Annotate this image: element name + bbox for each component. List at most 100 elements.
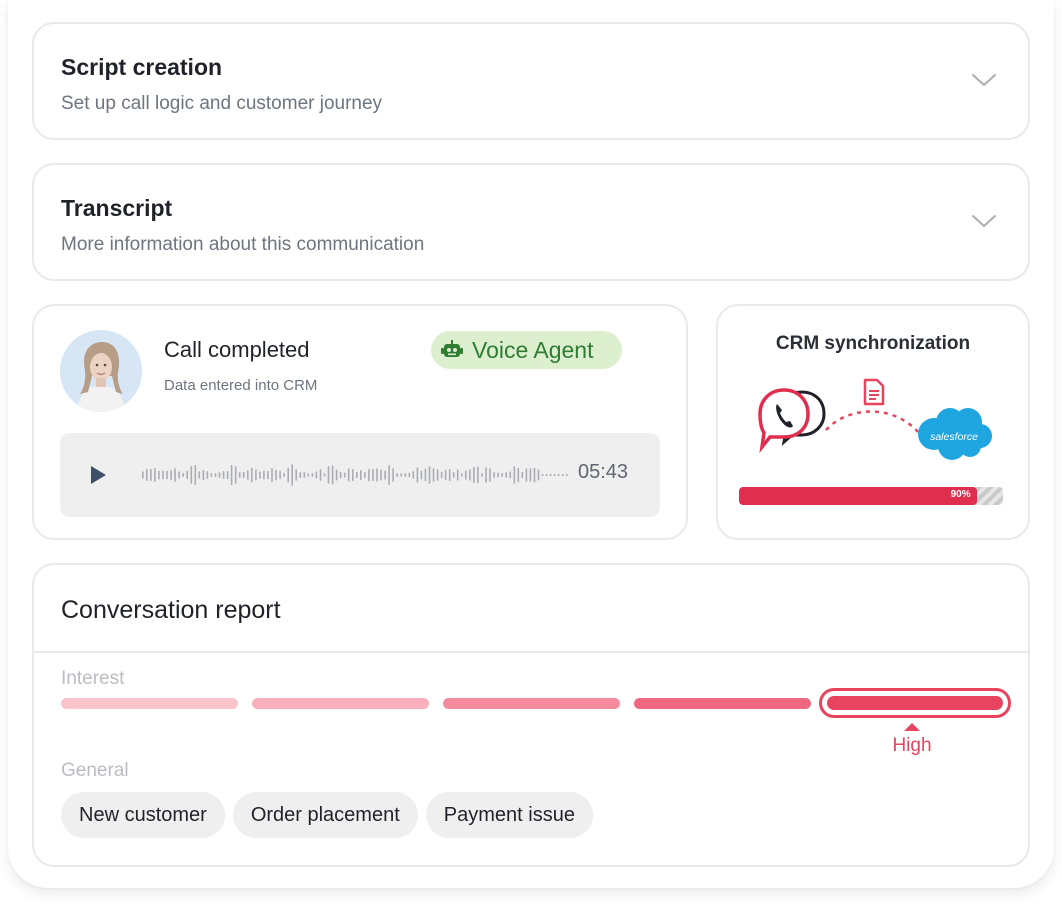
interest-segment-1[interactable] xyxy=(61,698,238,709)
waveform-bar xyxy=(428,466,431,484)
waveform-bar xyxy=(469,469,471,481)
waveform-bar xyxy=(404,473,407,477)
waveform-bar xyxy=(521,472,524,478)
interest-level-text: High xyxy=(892,735,932,756)
accordion-script-creation[interactable]: Script creation Set up call logic and cu… xyxy=(32,22,1030,140)
waveform-bar xyxy=(174,468,176,482)
waveform-bar xyxy=(323,473,326,477)
tag-payment-issue[interactable]: Payment issue xyxy=(425,792,593,838)
waveform-bar xyxy=(356,472,358,478)
interest-segment-4[interactable] xyxy=(634,698,811,709)
interest-segment-5-fill xyxy=(827,696,1003,710)
crm-sync-progress: 90% xyxy=(739,487,1003,505)
waveform-bar xyxy=(230,465,233,485)
avatar xyxy=(60,330,142,412)
salesforce-logo: salesforce xyxy=(918,408,992,460)
waveform-bar xyxy=(501,473,503,477)
waveform-bar xyxy=(214,473,217,477)
waveform-bar xyxy=(352,469,354,481)
conversation-report: Conversation report Interest High Genera… xyxy=(32,563,1030,867)
tag-new-customer[interactable]: New customer xyxy=(61,792,225,838)
waveform-bar xyxy=(432,468,435,482)
crm-sync-title: CRM synchronization xyxy=(775,333,971,354)
waveform-bar xyxy=(182,473,184,477)
salesforce-logo-text: salesforce xyxy=(930,431,978,443)
waveform-bar xyxy=(347,468,350,482)
voice-agent-badge: Voice Agent xyxy=(431,331,622,369)
waveform-bar xyxy=(513,466,516,484)
waveform-bar xyxy=(525,468,528,482)
waveform-bar xyxy=(291,464,293,486)
waveform-bar xyxy=(473,467,475,483)
waveform-bar xyxy=(162,470,164,480)
waveform-bar xyxy=(456,469,459,481)
waveform-bar xyxy=(142,471,144,479)
waveform-bar xyxy=(493,472,495,478)
waveform-bar xyxy=(452,472,455,478)
interest-segment-2[interactable] xyxy=(252,698,429,709)
waveform-bar xyxy=(271,468,273,482)
app-panel: Script creation Set up call logic and cu… xyxy=(8,0,1054,888)
crm-sync-progress-label: 90% xyxy=(950,489,971,500)
waveform-bar xyxy=(319,469,322,481)
waveform-bar xyxy=(481,473,483,477)
audio-duration: 05:43 xyxy=(578,461,629,483)
waveform-bar xyxy=(234,466,237,484)
waveform-bar xyxy=(360,470,362,480)
accordion-transcript[interactable]: Transcript More information about this c… xyxy=(32,163,1030,281)
interest-segment-5-selected[interactable] xyxy=(819,688,1011,718)
accordion-title: Transcript xyxy=(61,195,173,221)
phone-chat-icon xyxy=(758,388,826,454)
waveform-bar xyxy=(545,474,548,476)
waveform-bar xyxy=(146,469,148,481)
waveform-bar xyxy=(509,471,511,479)
waveform-bar xyxy=(444,470,447,480)
play-icon[interactable] xyxy=(88,463,108,487)
interest-label: Interest xyxy=(61,668,125,689)
waveform-bar xyxy=(311,473,314,477)
chevron-down-icon[interactable] xyxy=(970,72,998,88)
waveform-bar xyxy=(255,469,257,481)
waveform-bar xyxy=(295,469,297,481)
waveform-bar xyxy=(178,471,180,479)
robot-icon xyxy=(441,340,463,357)
waveform-bar xyxy=(412,471,415,479)
waveform-bar xyxy=(331,465,334,485)
tag-order-placement[interactable]: Order placement xyxy=(232,792,418,838)
waveform-bar xyxy=(461,473,463,477)
waveform-bar xyxy=(541,474,544,476)
waveform-bar xyxy=(150,469,152,481)
waveform-bar xyxy=(335,469,338,481)
waveform-bar xyxy=(384,470,386,480)
interest-marker-icon xyxy=(904,723,920,731)
crm-sync-illustration: salesforce xyxy=(758,378,992,460)
call-card: Call completed Data entered into CRM Voi… xyxy=(32,304,688,540)
waveform-bar xyxy=(489,468,491,482)
waveform-bar xyxy=(315,471,318,479)
audio-waveform[interactable] xyxy=(142,460,570,490)
waveform-bar xyxy=(194,465,197,485)
waveform-bar xyxy=(222,471,225,479)
waveform-bar xyxy=(465,470,467,480)
waveform-bar xyxy=(553,474,556,476)
waveform-bar xyxy=(279,470,281,480)
interest-segment-3[interactable] xyxy=(443,698,620,709)
waveform-bar xyxy=(561,474,564,476)
waveform-bar xyxy=(198,471,201,479)
waveform-bar xyxy=(372,469,374,481)
waveform-bar xyxy=(380,469,382,481)
waveform-bar xyxy=(477,466,479,484)
crm-sync-card: CRM synchronization salesforce 90% xyxy=(716,304,1030,540)
chevron-down-icon[interactable] xyxy=(970,213,998,229)
call-status-title: Call completed xyxy=(164,337,310,362)
waveform-bar xyxy=(424,468,427,482)
waveform-bar xyxy=(440,471,443,479)
audio-player: 05:43 xyxy=(60,433,660,517)
call-status-subtitle: Data entered into CRM xyxy=(164,377,318,394)
waveform-bar xyxy=(226,471,229,479)
waveform-bar xyxy=(448,469,451,481)
waveform-bar xyxy=(275,469,277,481)
waveform-bar xyxy=(557,474,560,476)
waveform-bar xyxy=(202,470,205,480)
waveform-bar xyxy=(376,468,378,482)
